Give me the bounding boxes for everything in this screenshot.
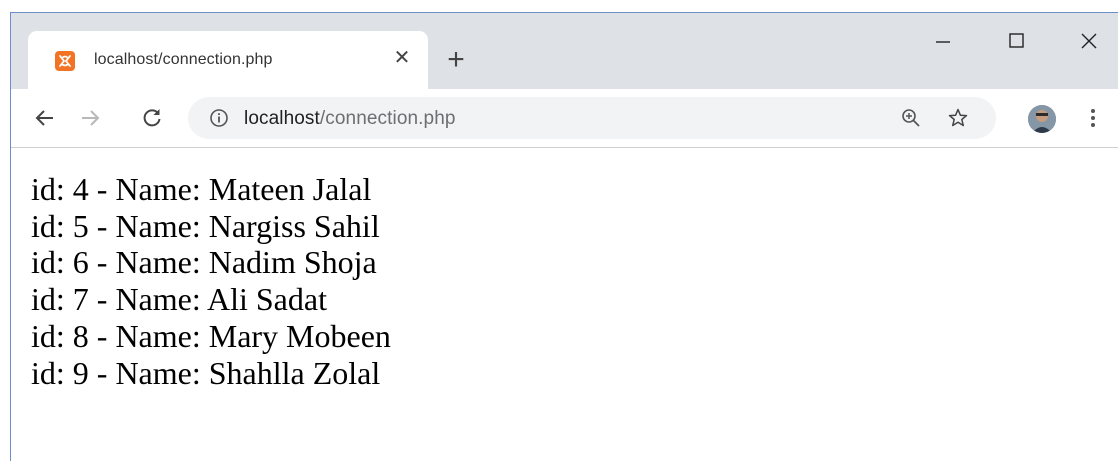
url-text: localhost/connection.php bbox=[244, 108, 456, 130]
maximize-button[interactable] bbox=[996, 25, 1036, 55]
record-line: id: 5 - Name: Nargiss Sahil bbox=[31, 207, 380, 244]
address-bar[interactable]: localhost/connection.php bbox=[188, 97, 996, 139]
record-line: id: 4 - Name: Mateen Jalal bbox=[31, 171, 372, 207]
tab-strip: localhost/connection.php ✕ + bbox=[11, 13, 1118, 89]
record-line: id: 8 - Name: Mary Mobeen bbox=[31, 317, 391, 354]
new-tab-button[interactable]: + bbox=[443, 45, 469, 75]
record-line: id: 7 - Name: Ali Sadat bbox=[31, 281, 327, 318]
kebab-menu-icon[interactable] bbox=[1081, 106, 1105, 130]
page-content: id: 4 - Name: Mateen Jalal id: 5 - Name:… bbox=[31, 171, 391, 391]
browser-window: localhost/connection.php ✕ + localhost/c… bbox=[10, 12, 1118, 461]
tab-active[interactable]: localhost/connection.php ✕ bbox=[28, 31, 428, 89]
forward-arrow-icon bbox=[82, 110, 100, 126]
url-host: localhost bbox=[244, 108, 320, 129]
close-window-button[interactable] bbox=[1069, 25, 1109, 55]
tab-title: localhost/connection.php bbox=[94, 51, 273, 68]
tab-close-icon[interactable]: ✕ bbox=[391, 47, 413, 69]
star-icon[interactable] bbox=[947, 107, 969, 129]
background-edge bbox=[0, 0, 10, 461]
back-arrow-icon bbox=[35, 110, 53, 126]
info-icon[interactable] bbox=[209, 108, 229, 128]
reload-icon bbox=[143, 109, 161, 127]
xampp-icon bbox=[55, 51, 75, 71]
url-path: /connection.php bbox=[319, 108, 456, 129]
reload-button[interactable] bbox=[138, 104, 166, 132]
record-line: id: 6 - Name: Nadim Shoja bbox=[31, 244, 377, 281]
record-line: id: 9 - Name: Shahlla Zolal bbox=[31, 354, 381, 391]
minimize-button[interactable] bbox=[923, 25, 963, 55]
back-button[interactable] bbox=[31, 104, 59, 132]
zoom-icon[interactable] bbox=[900, 107, 922, 129]
forward-button[interactable] bbox=[76, 104, 104, 132]
avatar[interactable] bbox=[1028, 105, 1056, 133]
browser-toolbar: localhost/connection.php bbox=[11, 89, 1118, 148]
